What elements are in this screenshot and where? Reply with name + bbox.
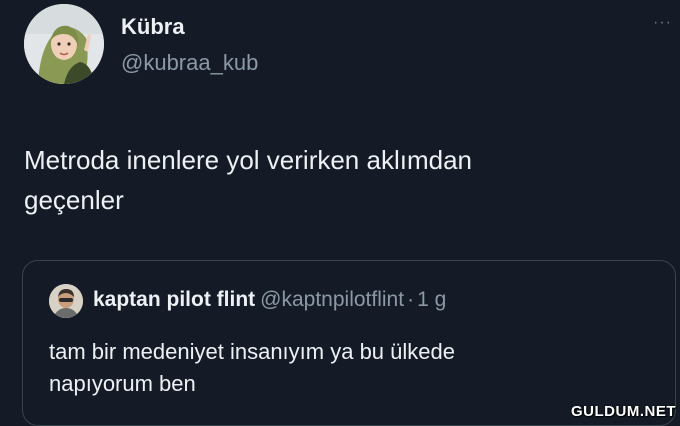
profile-photo-icon — [24, 4, 104, 84]
tweet-screenshot: Kübra @kubraa_kub ··· Metroda inenlere y… — [0, 0, 680, 426]
quoted-text-line: napıyorum ben — [49, 371, 196, 396]
site-watermark: GULDUM.NET — [571, 403, 676, 420]
quoted-tweet-card[interactable]: kaptan pilot flint @kaptnpilotflint · 1 g t… — [22, 260, 676, 426]
quoted-author-avatar[interactable] — [49, 284, 83, 318]
quoted-tweet-header: kaptan pilot flint @kaptnpilotflint · 1 g — [93, 288, 446, 312]
quoted-author-handle[interactable]: @kaptnpilotflint — [260, 288, 404, 311]
profile-photo-icon — [49, 284, 83, 318]
quoted-timestamp[interactable]: 1 g — [417, 288, 446, 311]
author-handle[interactable]: @kubraa_kub — [121, 50, 258, 76]
quoted-text-line: tam bir medeniyet insanıyım ya bu ülkede — [49, 339, 455, 364]
quoted-tweet-text: tam bir medeniyet insanıyım ya bu ülkede… — [49, 336, 649, 400]
tweet-text-line: Metroda inenlere yol verirken aklımdan — [24, 145, 472, 175]
author-avatar[interactable] — [24, 4, 104, 84]
quoted-author-display-name[interactable]: kaptan pilot flint — [93, 288, 255, 311]
quoted-separator: · — [407, 288, 415, 311]
tweet-text-line: geçenler — [24, 185, 124, 215]
more-dots-icon[interactable]: ··· — [653, 14, 672, 32]
tweet-text: Metroda inenlere yol verirken aklımdan g… — [24, 140, 644, 220]
author-display-name[interactable]: Kübra — [121, 14, 185, 40]
